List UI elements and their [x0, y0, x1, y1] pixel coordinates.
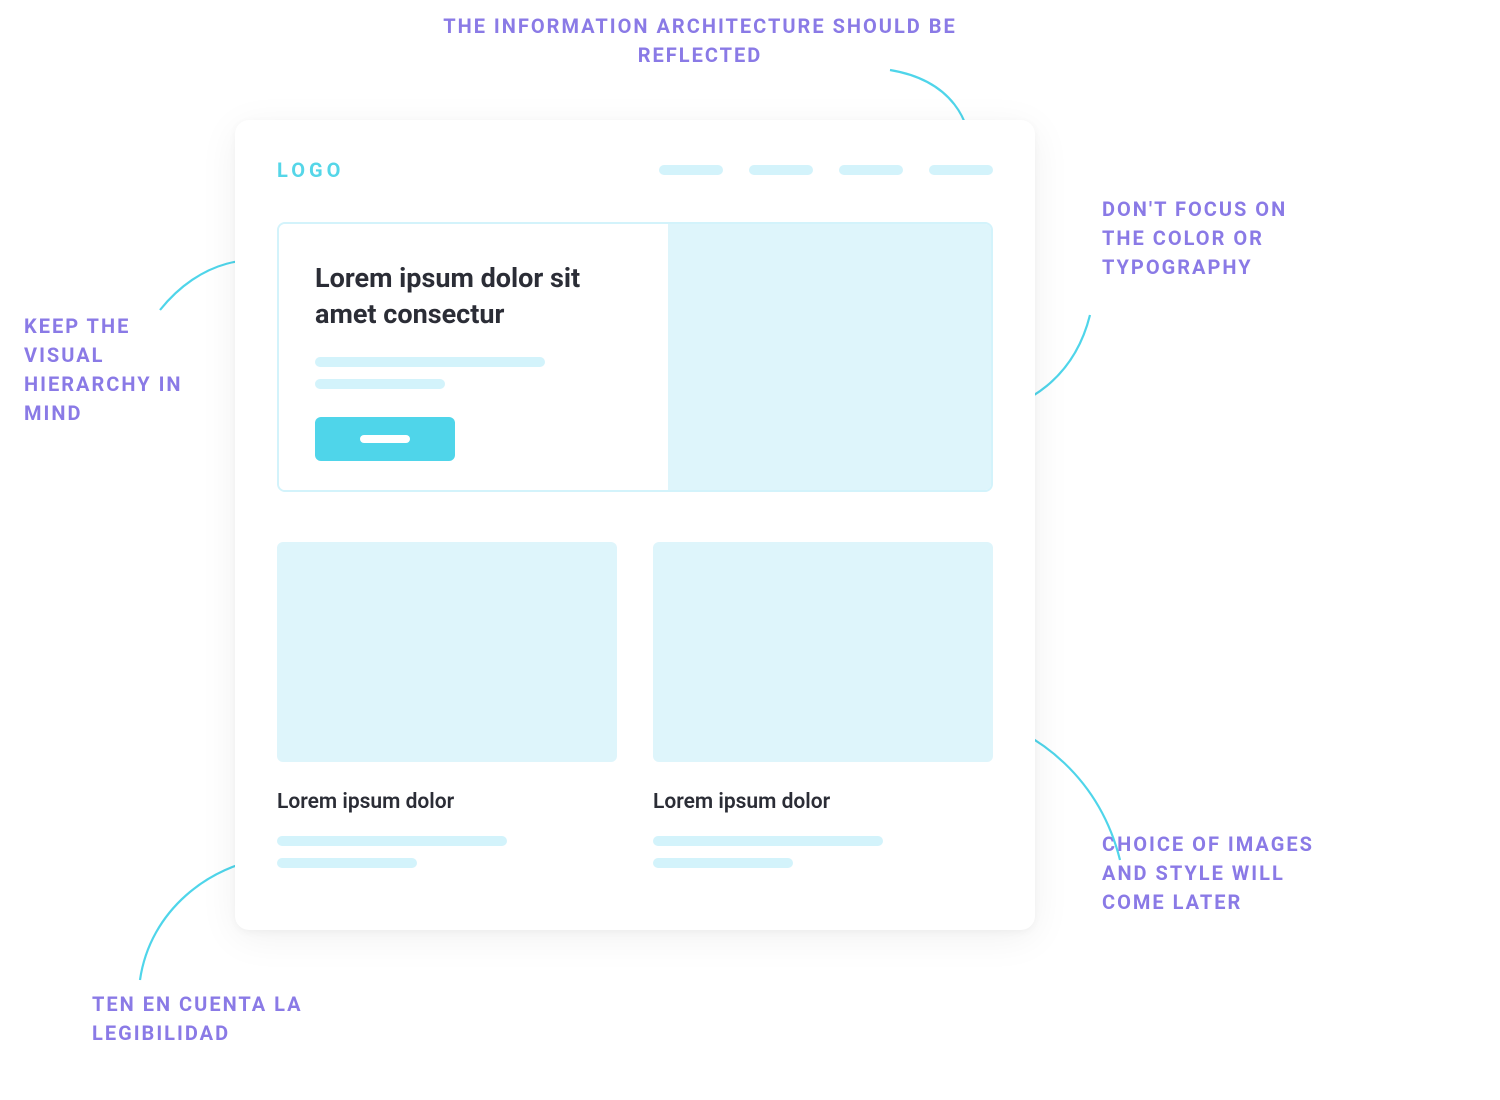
card-image-placeholder — [277, 542, 617, 762]
annotation-images-style: CHOICE OF IMAGES AND STYLE WILL COME LAT… — [1102, 830, 1322, 917]
card-image-placeholder — [653, 542, 993, 762]
nav-item-placeholder — [659, 165, 723, 175]
text-line-placeholder — [315, 357, 545, 367]
logo-placeholder: LOGO — [277, 158, 344, 182]
annotation-information-architecture: THE INFORMATION ARCHITECTURE SHOULD BE R… — [400, 12, 1000, 70]
annotation-legibility: TEN EN CUENTA LA LEGIBILIDAD — [92, 990, 322, 1048]
text-line-placeholder — [277, 858, 417, 868]
nav-placeholder — [659, 165, 993, 175]
cta-label-placeholder — [360, 435, 410, 443]
cards-row: Lorem ipsum dolor Lorem ipsum dolor — [277, 542, 993, 880]
nav-item-placeholder — [929, 165, 993, 175]
card-item: Lorem ipsum dolor — [277, 542, 617, 880]
text-line-placeholder — [315, 379, 445, 389]
card-title: Lorem ipsum dolor — [653, 790, 993, 814]
text-line-placeholder — [653, 858, 793, 868]
card-item: Lorem ipsum dolor — [653, 542, 993, 880]
text-line-placeholder — [277, 836, 507, 846]
nav-item-placeholder — [839, 165, 903, 175]
hero-title: Lorem ipsum dolor sit amet consectur — [315, 260, 615, 333]
text-line-placeholder — [653, 836, 883, 846]
hero-section: Lorem ipsum dolor sit amet consectur — [277, 222, 993, 492]
wireframe-window: LOGO Lorem ipsum dolor sit amet consectu… — [235, 120, 1035, 930]
annotation-color-typography: DON'T FOCUS ON THE COLOR OR TYPOGRAPHY — [1102, 195, 1332, 282]
card-title: Lorem ipsum dolor — [277, 790, 617, 814]
hero-text-column: Lorem ipsum dolor sit amet consectur — [279, 224, 668, 490]
hero-image-placeholder — [668, 224, 991, 490]
cta-button-placeholder[interactable] — [315, 417, 455, 461]
nav-item-placeholder — [749, 165, 813, 175]
wireframe-header: LOGO — [277, 158, 993, 222]
